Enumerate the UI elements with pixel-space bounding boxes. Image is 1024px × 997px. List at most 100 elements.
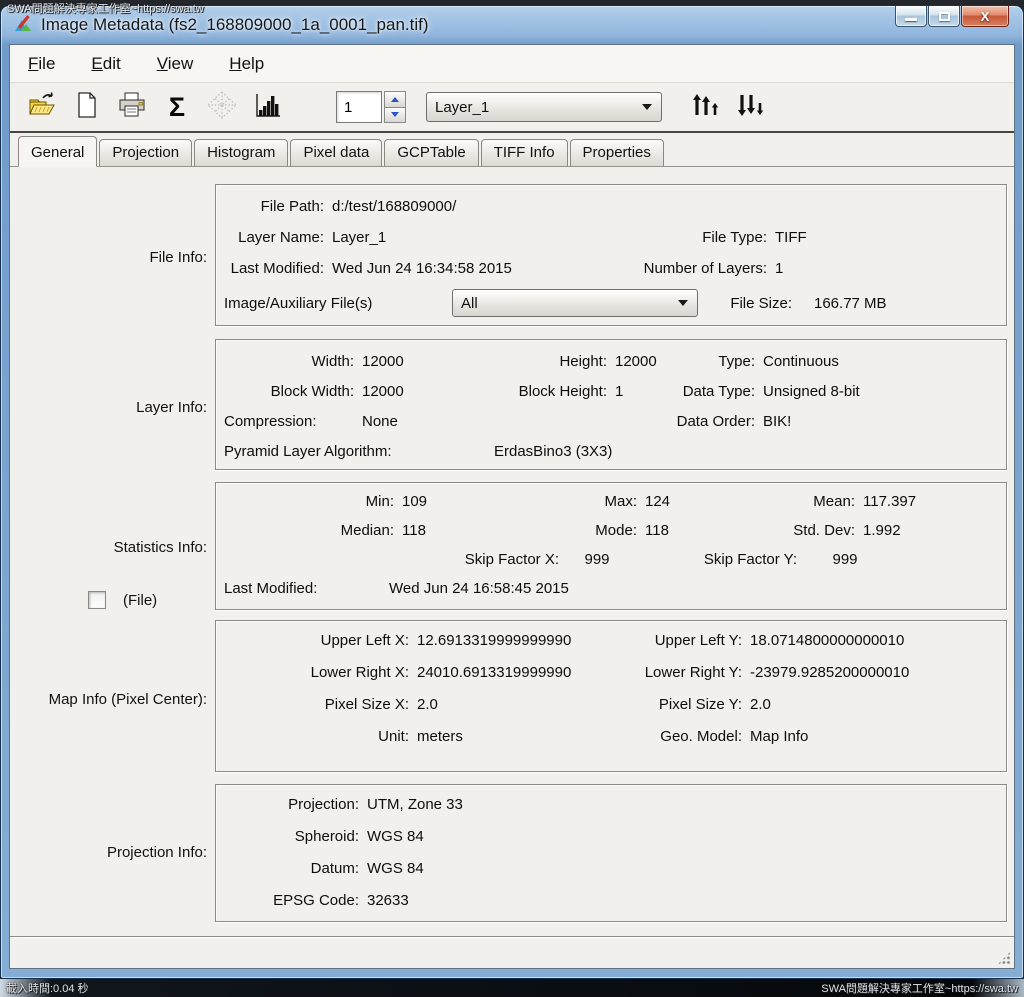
maximize-button[interactable] <box>928 6 960 27</box>
open-file-button[interactable] <box>24 89 60 125</box>
field-label: Number of Layers: <box>622 260 767 277</box>
layer-number-input[interactable] <box>336 91 382 123</box>
field-value: UTM, Zone 33 <box>367 796 463 813</box>
histogram-icon <box>253 92 281 123</box>
tab-tiff-info[interactable]: TIFF Info <box>481 139 568 166</box>
field-value: ErdasBino3 (3X3) <box>494 443 612 460</box>
aux-files-select[interactable]: All <box>452 289 698 317</box>
field-value: Wed Jun 24 16:58:45 2015 <box>389 580 569 597</box>
tab-gcptable[interactable]: GCPTable <box>384 139 478 166</box>
minimize-icon <box>905 18 917 21</box>
field-value: Unsigned 8-bit <box>763 383 860 400</box>
field-label: Block Height: <box>465 383 607 400</box>
field-label: Datum: <box>224 860 359 877</box>
field-value: -23979.9285200000010 <box>750 664 909 681</box>
field-label: Last Modified: <box>224 260 324 277</box>
field-label: Spheroid: <box>224 828 359 845</box>
field-label: Upper Left Y: <box>622 632 742 649</box>
menu-item-view[interactable]: View <box>151 52 200 76</box>
field-value: 999 <box>805 551 885 568</box>
app-icon <box>13 15 33 35</box>
menu-item-help[interactable]: Help <box>223 52 270 76</box>
minimize-button[interactable] <box>895 6 927 27</box>
field-value: 117.397 <box>863 493 916 510</box>
print-icon <box>118 92 146 123</box>
spin-down-button[interactable] <box>384 108 406 124</box>
group-projection-info: Projection: UTM, Zone 33 Spheroid: WGS 8… <box>215 784 1007 922</box>
close-button[interactable]: X <box>961 6 1009 27</box>
field-label: Median: <box>224 522 394 539</box>
aux-files-select-value: All <box>453 295 678 312</box>
field-label: Block Width: <box>224 383 354 400</box>
field-label: Pyramid Layer Algorithm: <box>224 443 464 460</box>
field-label: Upper Left X: <box>224 632 409 649</box>
field-label: File Type: <box>662 229 767 246</box>
projection-info-side-label: Projection Info: <box>10 844 207 861</box>
group-file-info: File Path: d:/test/168809000/ Layer Name… <box>215 184 1007 326</box>
caption-buttons: X <box>894 6 1009 27</box>
tab-histogram[interactable]: Histogram <box>194 139 288 166</box>
field-value: 2.0 <box>750 696 771 713</box>
resize-grip[interactable] <box>997 951 1011 965</box>
field-value: 1 <box>775 260 783 277</box>
watermark-top-left: SWA問題解決專家工作室~https://swa.tw <box>7 0 204 16</box>
field-label: File Path: <box>224 198 324 215</box>
field-value: WGS 84 <box>367 860 424 877</box>
statistics-button[interactable]: Σ <box>159 89 195 125</box>
field-value: 999 <box>567 551 627 568</box>
field-value: 24010.6913319999990 <box>417 664 622 681</box>
toolbar: Σ <box>10 83 1014 133</box>
field-label: Lower Right X: <box>224 664 409 681</box>
image-metadata-window: Image Metadata (fs2_168809000_1a_0001_pa… <box>0 5 1024 979</box>
field-label: Min: <box>224 493 394 510</box>
layers-up-button[interactable] <box>688 89 724 125</box>
general-tab-panel: File Info: Layer Info: Statistics Info: … <box>10 167 1014 936</box>
layer-select-value: Layer_1 <box>427 99 642 116</box>
layer-select[interactable]: Layer_1 <box>426 92 662 122</box>
tab-pixel-data[interactable]: Pixel data <box>290 139 382 166</box>
sigma-icon: Σ <box>169 94 185 121</box>
field-value: 12000 <box>362 383 465 400</box>
layers-down-icon <box>736 93 766 122</box>
field-label: Data Order: <box>465 413 755 430</box>
field-label: Image/Auxiliary File(s) <box>224 295 452 312</box>
field-label: Width: <box>224 353 354 370</box>
field-label: File Size: <box>710 295 792 312</box>
menu-item-file[interactable]: File <box>22 52 61 76</box>
field-value: TIFF <box>775 229 807 246</box>
spin-up-button[interactable] <box>384 91 406 108</box>
tab-projection[interactable]: Projection <box>99 139 192 166</box>
tab-properties[interactable]: Properties <box>570 139 664 166</box>
spinner-up-icon <box>391 97 399 102</box>
field-label: EPSG Code: <box>224 892 359 909</box>
field-label: Skip Factor Y: <box>627 551 797 568</box>
layers-up-icon <box>691 93 721 122</box>
field-value: 109 <box>402 493 492 510</box>
layers-down-button[interactable] <box>733 89 769 125</box>
new-file-button[interactable] <box>69 89 105 125</box>
field-label: Compression: <box>224 413 354 430</box>
field-label: Last Modified: <box>224 580 344 597</box>
field-value: 32633 <box>367 892 409 909</box>
status-bar <box>10 936 1014 968</box>
field-value: 12000 <box>362 353 465 370</box>
watermark-bottom-left: 載入時間:0.04 秒 <box>6 980 89 996</box>
field-label: Pixel Size X: <box>224 696 409 713</box>
field-label: Max: <box>492 493 637 510</box>
field-label: Type: <box>655 353 755 370</box>
pyramid-layers-button[interactable] <box>204 89 240 125</box>
file-stats-checkbox-label: (File) <box>123 592 157 609</box>
file-info-side-label: File Info: <box>10 249 207 266</box>
print-button[interactable] <box>114 89 150 125</box>
field-label: Data Type: <box>655 383 755 400</box>
field-label: Unit: <box>224 728 409 745</box>
field-label: Layer Name: <box>224 229 324 246</box>
tab-general[interactable]: General <box>18 136 97 167</box>
field-value: 2.0 <box>417 696 622 713</box>
field-label: Geo. Model: <box>622 728 742 745</box>
field-value: Wed Jun 24 16:34:58 2015 <box>332 260 622 277</box>
file-stats-checkbox[interactable] <box>88 591 106 609</box>
menu-item-edit[interactable]: Edit <box>85 52 126 76</box>
field-value: 1 <box>615 383 655 400</box>
histogram-button[interactable] <box>249 89 285 125</box>
